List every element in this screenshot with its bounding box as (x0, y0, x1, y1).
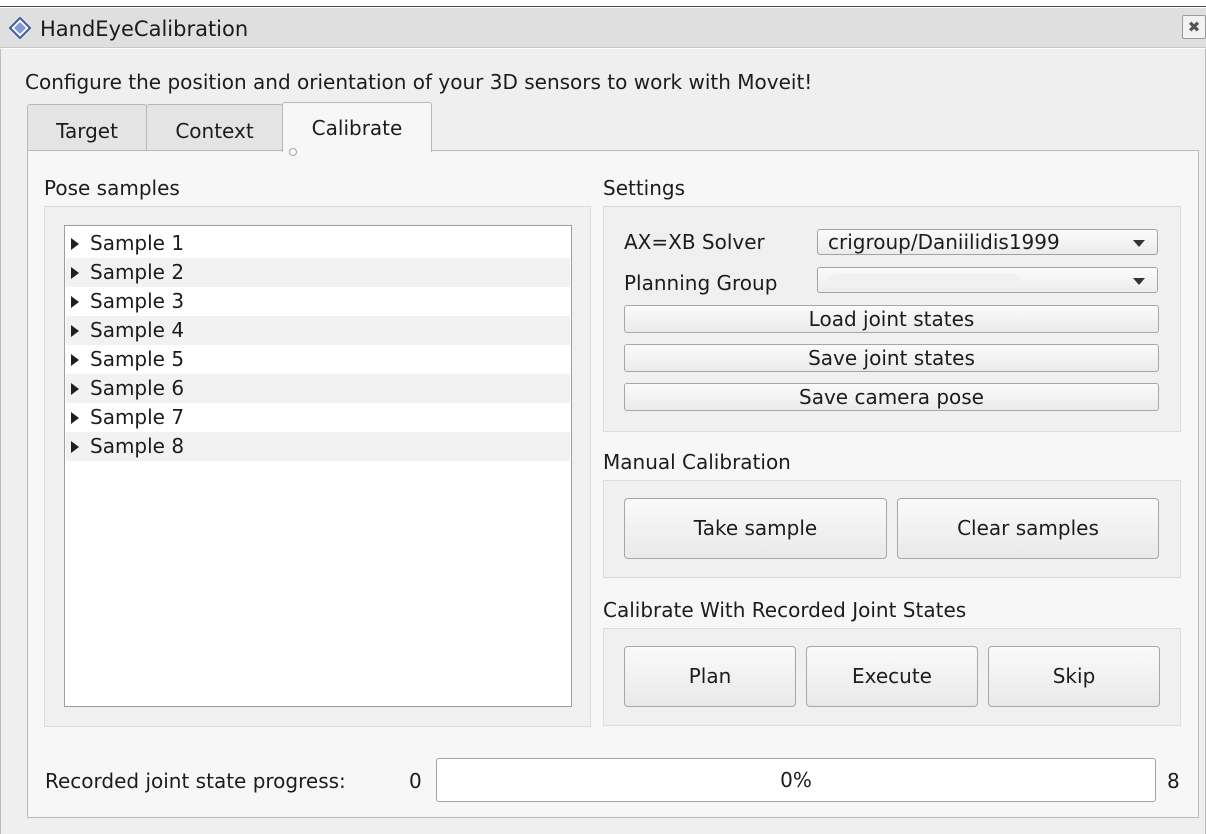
progress-bar: 0% (436, 758, 1156, 802)
tree-item-sample-8[interactable]: Sample 8 (66, 432, 570, 461)
settings-title: Settings (603, 176, 686, 200)
clear-samples-button[interactable]: Clear samples (897, 498, 1159, 559)
focus-indicator (289, 148, 297, 156)
tree-item-sample-2[interactable]: Sample 2 (66, 258, 570, 287)
progress-max-value: 8 (1167, 769, 1180, 793)
tree-item-label: Sample 5 (90, 347, 185, 371)
screen-edge (0, 0, 1206, 7)
progress-percent: 0% (780, 768, 812, 792)
expand-arrow-icon[interactable] (71, 296, 79, 308)
save-joint-states-button[interactable]: Save joint states (624, 344, 1159, 372)
tree-item-label: Sample 2 (90, 260, 185, 284)
chevron-down-icon (1133, 240, 1145, 247)
description-text: Configure the position and orientation o… (25, 70, 813, 94)
execute-button[interactable]: Execute (806, 646, 978, 707)
manual-calibration-title: Manual Calibration (603, 450, 791, 474)
tree-item-sample-5[interactable]: Sample 5 (66, 345, 570, 374)
skip-button[interactable]: Skip (988, 646, 1160, 707)
window-title: HandEyeCalibration (40, 17, 249, 41)
chevron-down-icon (1133, 278, 1145, 285)
tree-item-label: Sample 1 (90, 231, 185, 255)
expand-arrow-icon[interactable] (71, 441, 79, 453)
close-icon[interactable]: ✖ (1182, 15, 1206, 39)
load-joint-states-button[interactable]: Load joint states (624, 305, 1159, 333)
tab-calibrate[interactable]: Calibrate (282, 102, 432, 152)
solver-label: AX=XB Solver (624, 230, 765, 254)
tree-item-label: Sample 6 (90, 376, 185, 400)
take-sample-button[interactable]: Take sample (624, 498, 887, 559)
save-camera-pose-button[interactable]: Save camera pose (624, 383, 1159, 411)
solver-select[interactable]: crigroup/Daniilidis1999 (817, 229, 1158, 255)
tree-item-label: Sample 8 (90, 434, 185, 458)
recorded-calibration-title: Calibrate With Recorded Joint States (603, 598, 967, 622)
expand-arrow-icon[interactable] (71, 267, 79, 279)
tree-item-sample-4[interactable]: Sample 4 (66, 316, 570, 345)
plan-button[interactable]: Plan (624, 646, 796, 707)
expand-arrow-icon[interactable] (71, 412, 79, 424)
solver-select-value: crigroup/Daniilidis1999 (828, 230, 1060, 254)
tree-item-label: Sample 7 (90, 405, 185, 429)
tree-item-sample-7[interactable]: Sample 7 (66, 403, 570, 432)
tree-item-label: Sample 3 (90, 289, 185, 313)
planning-group-label: Planning Group (624, 271, 778, 295)
tree-item-label: Sample 4 (90, 318, 185, 342)
progress-label: Recorded joint state progress: (45, 769, 346, 793)
tree-item-sample-3[interactable]: Sample 3 (66, 287, 570, 316)
app-diamond-icon (8, 16, 32, 40)
title-bar[interactable]: HandEyeCalibration ✖ (0, 8, 1206, 48)
pose-samples-tree[interactable]: Sample 1 Sample 2 Sample 3 Sample 4 Samp… (64, 225, 572, 707)
tree-item-sample-1[interactable]: Sample 1 (66, 229, 570, 258)
planning-group-select[interactable] (817, 267, 1158, 293)
tab-context[interactable]: Context (146, 104, 283, 151)
tab-target[interactable]: Target (27, 104, 147, 151)
expand-arrow-icon[interactable] (71, 325, 79, 337)
expand-arrow-icon[interactable] (71, 238, 79, 250)
pose-samples-title: Pose samples (44, 176, 180, 200)
tree-item-sample-6[interactable]: Sample 6 (66, 374, 570, 403)
progress-min-value: 0 (409, 769, 422, 793)
expand-arrow-icon[interactable] (71, 354, 79, 366)
redacted-value (830, 274, 1020, 288)
expand-arrow-icon[interactable] (71, 383, 79, 395)
